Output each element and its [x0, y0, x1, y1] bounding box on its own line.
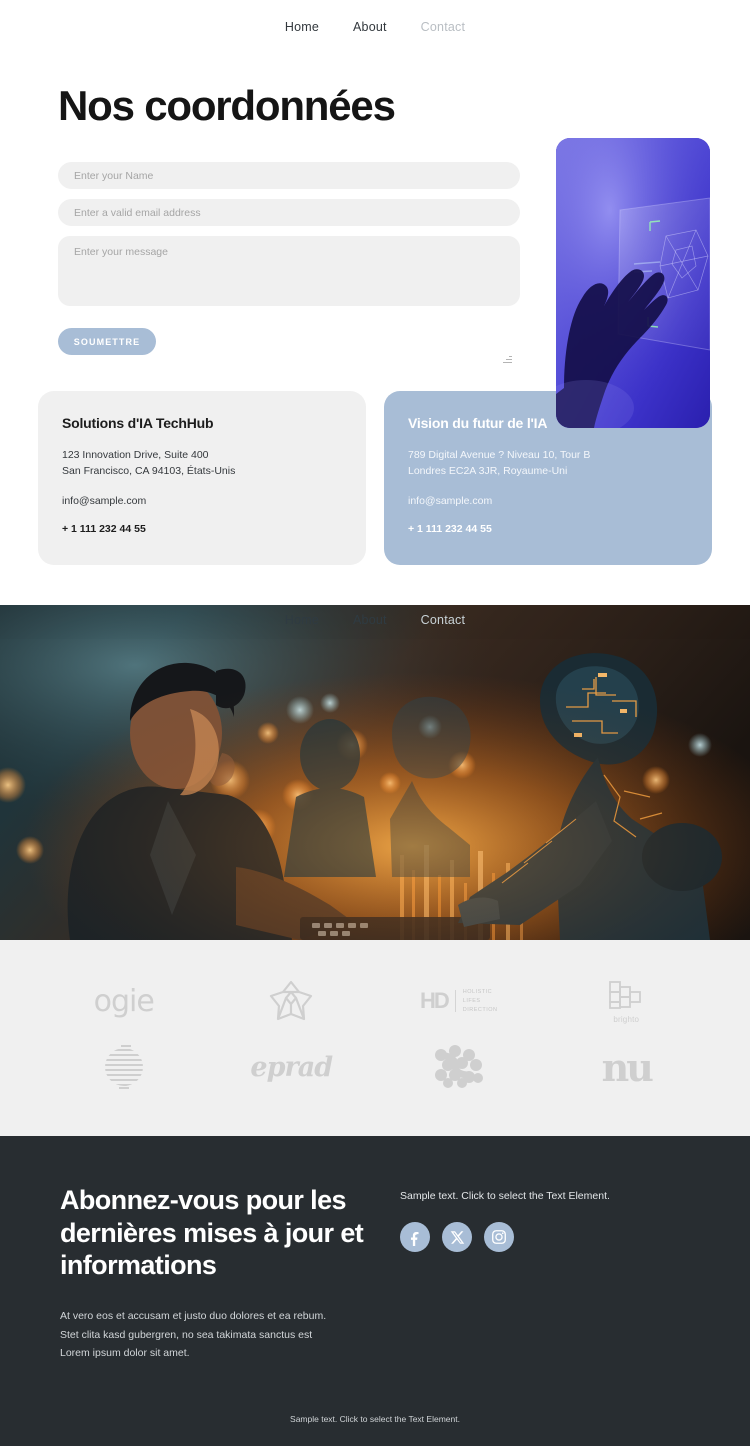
footer-body-line2: Stet clita kasd gubergren, no sea takima…	[60, 1328, 313, 1341]
message-textarea[interactable]	[58, 236, 520, 307]
ogie-logo-text: ogie	[93, 983, 155, 1019]
page-title: Nos coordonnées	[58, 82, 396, 129]
nav-item-contact[interactable]: Contact	[421, 20, 465, 34]
page-root: Home About Contact Nos coordonnées SOUME…	[0, 0, 750, 1446]
social-links	[400, 1222, 710, 1253]
footer-sample-text: Sample text. Click to select the Text El…	[400, 1190, 610, 1203]
logo-row-1: ogie HD HOLISTIC LIFES DIRECTION brighto	[40, 968, 710, 1034]
card-email[interactable]: info@sample.com	[408, 493, 688, 509]
footer-heading: Abonnez-vous pour les dernières mises à …	[60, 1185, 364, 1280]
hero-banner: Home About Contact	[0, 605, 750, 941]
footer-body-line3: Lorem ipsum dolor sit amet.	[60, 1347, 190, 1360]
ogie-logo[interactable]: ogie	[93, 983, 155, 1019]
instagram-icon[interactable]	[484, 1222, 514, 1253]
card-address-line2: Londres EC2A 3JR, Royaume-Uni	[408, 465, 568, 478]
contact-form-column: Nos coordonnées SOUMETTRE	[40, 76, 520, 363]
banner-nav-item-about[interactable]: About	[353, 613, 387, 627]
partner-logos-section: ogie HD HOLISTIC LIFES DIRECTION brighto…	[0, 940, 750, 1137]
touchscreen-image	[556, 138, 710, 428]
email-input[interactable]	[58, 199, 520, 227]
card-address-line1: 789 Digital Avenue ? Niveau 10, Tour B	[408, 449, 591, 462]
card-phone[interactable]: + 1 111 232 44 55	[62, 521, 342, 537]
footer-right-column: Sample text. Click to select the Text El…	[400, 1184, 710, 1362]
footer-body-line1: At vero eos et accusam et justo duo dolo…	[60, 1310, 327, 1323]
hd-tagline-line1: HOLISTIC	[462, 988, 493, 995]
dots-pattern-icon[interactable]	[432, 1045, 486, 1089]
hd-monogram: HD	[419, 988, 450, 1014]
brighto-logo-text: brighto	[613, 1015, 640, 1025]
striped-sphere-icon[interactable]	[101, 1044, 147, 1090]
hd-divider	[454, 990, 456, 1013]
facebook-icon[interactable]	[400, 1222, 430, 1253]
nu-logo-text: nu	[601, 1044, 654, 1090]
footer-body: At vero eos et accusam et justo duo dolo…	[60, 1307, 370, 1362]
footer-left-column: Abonnez-vous pour les dernières mises à …	[40, 1184, 370, 1362]
contact-card-techhub: Solutions d'IA TechHub 123 Innovation Dr…	[38, 391, 366, 566]
card-address: 789 Digital Avenue ? Niveau 10, Tour B L…	[408, 447, 688, 480]
nav-item-about[interactable]: About	[353, 20, 387, 34]
banner-navigation: Home About Contact	[0, 605, 750, 635]
nav-item-home[interactable]: Home	[285, 20, 319, 34]
card-email[interactable]: info@sample.com	[62, 493, 342, 509]
name-input[interactable]	[58, 162, 520, 190]
footer: Abonnez-vous pour les dernières mises à …	[0, 1136, 750, 1446]
card-address: 123 Innovation Drive, Suite 400 San Fran…	[62, 447, 342, 480]
brighto-logo[interactable]: brighto	[606, 978, 646, 1024]
logo-row-2: eprad nu	[40, 1034, 710, 1100]
x-twitter-icon[interactable]	[442, 1222, 472, 1253]
hd-tagline: HOLISTIC LIFES DIRECTION	[463, 988, 498, 1014]
top-navigation: Home About Contact	[0, 0, 750, 54]
card-address-line1: 123 Innovation Drive, Suite 400	[62, 449, 209, 462]
banner-nav-item-contact[interactable]: Contact	[421, 613, 465, 627]
banner-nav-item-home[interactable]: Home	[285, 613, 319, 627]
submit-button[interactable]: SOUMETTRE	[58, 328, 156, 356]
hd-tagline-line3: DIRECTION	[462, 1006, 498, 1013]
nu-logo[interactable]: nu	[601, 1044, 654, 1090]
brighto-blocks-icon	[609, 981, 642, 1010]
footer-bottom-text: Sample text. Click to select the Text El…	[290, 1414, 460, 1425]
eprad-logo[interactable]: eprad	[250, 1051, 333, 1083]
card-title: Solutions d'IA TechHub	[62, 415, 214, 432]
eprad-logo-text: eprad	[250, 1051, 333, 1083]
hd-tagline-line2: LIFES	[462, 997, 481, 1004]
holistic-lifes-direction-logo[interactable]: HD HOLISTIC LIFES DIRECTION	[420, 988, 498, 1014]
card-phone[interactable]: + 1 111 232 44 55	[408, 521, 688, 537]
flower-star-icon[interactable]	[268, 978, 314, 1024]
contact-section: Nos coordonnées SOUMETTRE	[0, 54, 750, 428]
card-address-line2: San Francisco, CA 94103, États-Unis	[62, 465, 236, 478]
